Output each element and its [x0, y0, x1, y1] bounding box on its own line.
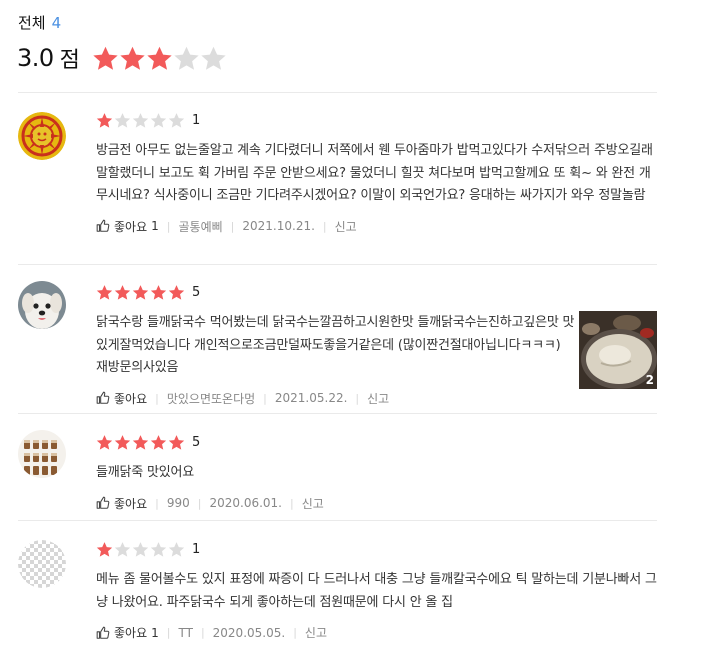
star-filled-icon	[132, 284, 149, 301]
like-label: 좋아요	[114, 219, 148, 234]
review-rating-value: 1	[192, 112, 201, 128]
star-filled-icon	[92, 45, 119, 72]
review-star-rating: 1	[96, 540, 657, 558]
like-button[interactable]: 좋아요 1	[96, 624, 159, 641]
review-date: 2021.05.22.	[274, 391, 348, 405]
average-score: 3.0 점	[17, 42, 227, 74]
review-summary-label: 전체 4	[18, 12, 61, 33]
like-count: 1	[151, 625, 159, 640]
thumbs-up-icon	[96, 219, 110, 233]
star-empty-icon	[173, 45, 200, 72]
review-date: 2020.06.01.	[209, 496, 282, 510]
review-total-count: 4	[51, 14, 62, 32]
photo-count-badge: 2	[645, 373, 654, 387]
star-filled-icon	[150, 434, 167, 451]
review-meta: 좋아요 | 990 | 2020.06.01. | 신고	[96, 495, 657, 512]
summary-divider	[18, 92, 657, 93]
review-meta: 좋아요 | 맛있으면또온다멍 | 2021.05.22. | 신고	[96, 390, 575, 407]
drinks-avatar[interactable]	[18, 430, 66, 478]
star-filled-icon	[114, 434, 131, 451]
star-filled-icon	[119, 45, 146, 72]
star-empty-icon	[114, 541, 131, 558]
like-count: 1	[151, 219, 159, 233]
review-text: 닭국수랑 들깨닭국수 먹어봤는데 닭국수는깔끔하고시원한맛 들깨닭국수는진하고깊…	[96, 315, 575, 375]
report-link[interactable]: 신고	[305, 624, 327, 641]
review-text: 메뉴 좀 물어볼수도 있지 표정에 짜증이 다 드러나서 대충 그냥 들깨칼국수…	[96, 572, 657, 610]
average-star-rating	[92, 45, 227, 72]
star-empty-icon	[114, 112, 131, 129]
star-filled-icon	[132, 434, 149, 451]
review-rating-value: 5	[192, 434, 201, 450]
star-filled-icon	[150, 284, 167, 301]
average-score-value: 3.0	[17, 44, 54, 72]
like-button[interactable]: 좋아요	[96, 495, 147, 512]
review-author[interactable]: TT	[178, 626, 192, 640]
star-empty-icon	[168, 541, 185, 558]
review-text: 들깨닭죽 맛있어요	[96, 465, 195, 480]
review-divider	[18, 264, 657, 265]
review-text: 방금전 아무도 없는줄알고 계속 기다렸더니 저쪽에서 웬 두아줌마가 밥먹고있…	[96, 143, 653, 203]
review-author[interactable]: 골통예삐	[178, 218, 222, 235]
star-filled-icon	[96, 112, 113, 129]
star-empty-icon	[200, 45, 227, 72]
review-star-rating: 5	[96, 283, 575, 301]
star-empty-icon	[150, 541, 167, 558]
report-link[interactable]: 신고	[302, 495, 324, 512]
summary-title: 전체	[18, 14, 46, 32]
review-author[interactable]: 맛있으면또온다멍	[167, 390, 255, 407]
thumbs-up-icon	[96, 626, 110, 640]
star-filled-icon	[96, 284, 113, 301]
star-empty-icon	[168, 112, 185, 129]
star-filled-icon	[168, 434, 185, 451]
report-link[interactable]: 신고	[335, 218, 357, 235]
thumbs-up-icon	[96, 496, 110, 510]
star-filled-icon	[96, 541, 113, 558]
thumbs-up-icon	[96, 391, 110, 405]
review-divider	[18, 413, 657, 414]
star-filled-icon	[146, 45, 173, 72]
review-date: 2020.05.05.	[212, 625, 286, 640]
sun-pattern-avatar[interactable]	[18, 112, 66, 160]
like-label: 좋아요	[114, 496, 148, 511]
star-empty-icon	[132, 541, 149, 558]
review-divider	[18, 520, 657, 521]
review-star-rating: 5	[96, 433, 657, 451]
star-empty-icon	[132, 112, 149, 129]
review-photo-thumbnail[interactable]: 2	[579, 311, 657, 389]
review-meta: 좋아요 1 | 골통예삐 | 2021.10.21. | 신고	[96, 218, 657, 235]
placeholder-avatar[interactable]	[18, 540, 66, 588]
like-label: 좋아요	[114, 391, 148, 406]
like-button[interactable]: 좋아요 1	[96, 218, 159, 235]
like-button[interactable]: 좋아요	[96, 390, 147, 407]
star-filled-icon	[96, 434, 113, 451]
review-rating-value: 1	[192, 541, 201, 557]
review-date: 2021.10.21.	[242, 219, 315, 233]
review-author[interactable]: 990	[167, 496, 190, 510]
average-score-unit: 점	[59, 48, 80, 73]
dog-avatar[interactable]	[18, 281, 66, 329]
star-empty-icon	[150, 112, 167, 129]
review-meta: 좋아요 1 | TT | 2020.05.05. | 신고	[96, 624, 657, 641]
like-label: 좋아요	[114, 626, 148, 640]
star-filled-icon	[114, 284, 131, 301]
review-star-rating: 1	[96, 111, 657, 129]
review-rating-value: 5	[192, 284, 201, 300]
star-filled-icon	[168, 284, 185, 301]
report-link[interactable]: 신고	[367, 390, 389, 407]
